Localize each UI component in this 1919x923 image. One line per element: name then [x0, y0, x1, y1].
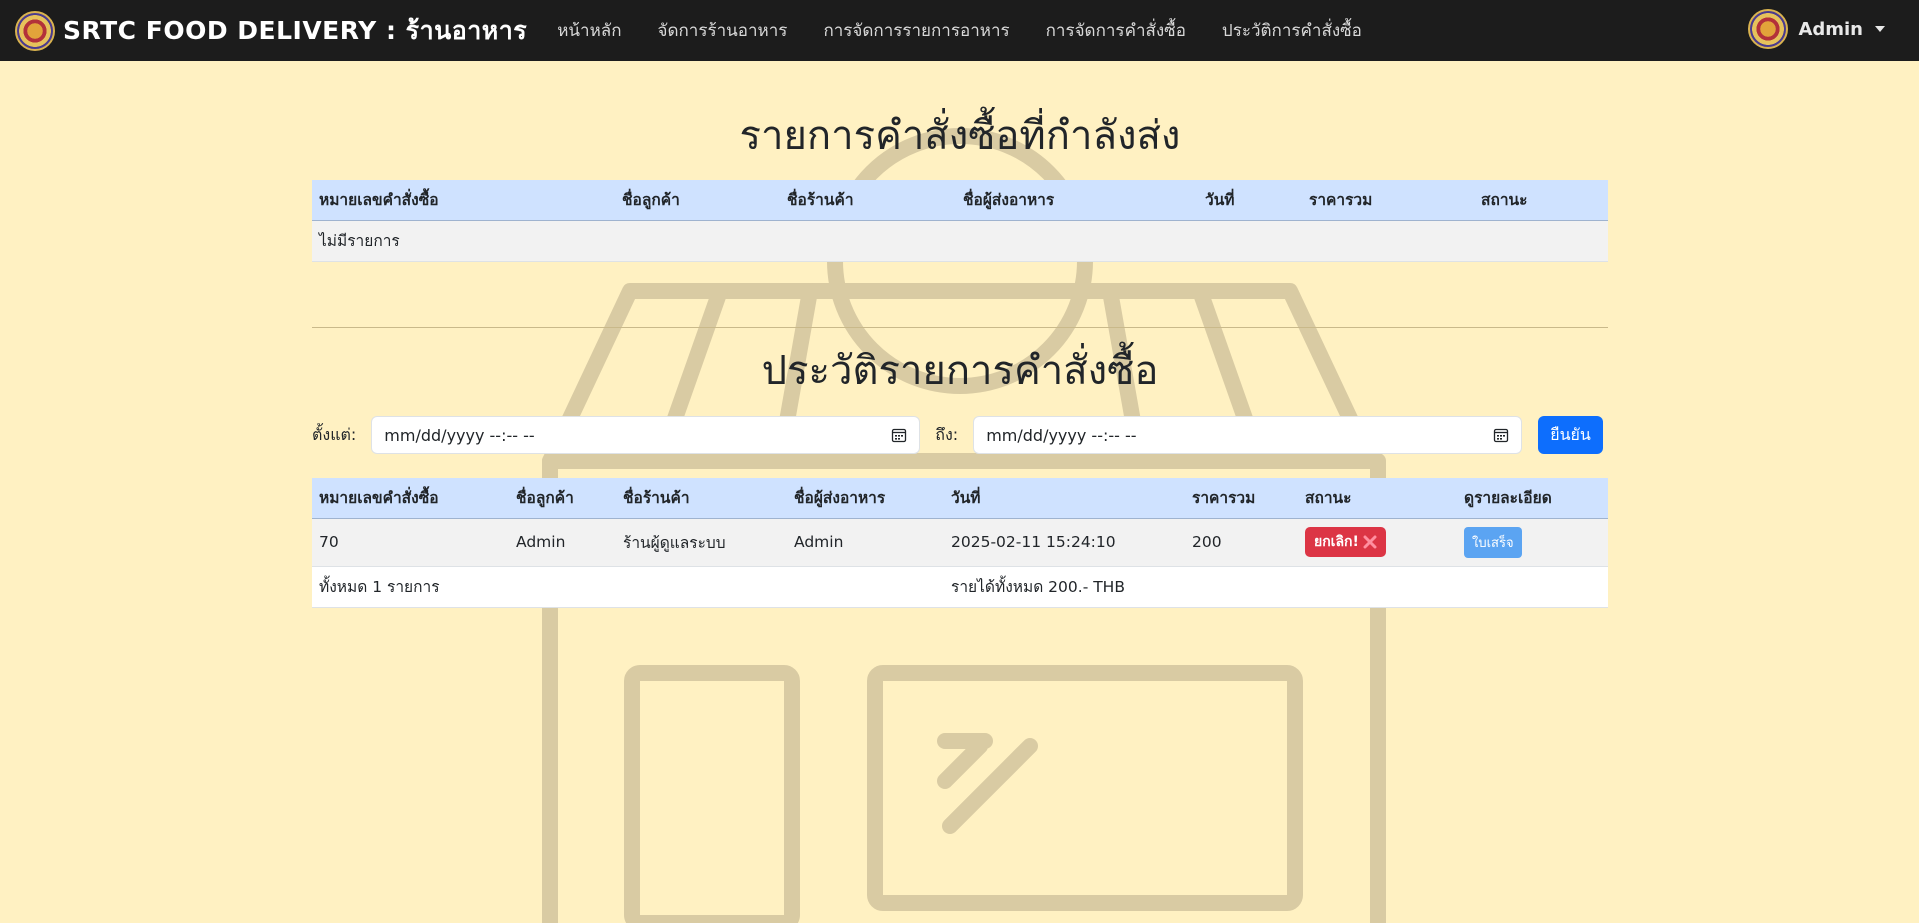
- history-table-wrap: หมายเลขคำสั่งซื้อ ชื่อลูกค้า ชื่อร้านค้า…: [312, 478, 1608, 608]
- column-header: วันที่: [944, 478, 1185, 519]
- from-date-value: mm/dd/yyyy --:-- --: [384, 425, 535, 445]
- action-cell: ใบเสร็จ: [1457, 518, 1608, 567]
- customer-cell: Admin: [509, 518, 616, 567]
- column-header: ชื่อผู้ส่งอาหาร: [787, 478, 944, 519]
- rider-cell: Admin: [787, 518, 944, 567]
- active-orders-table: หมายเลขคำสั่งซื้อ ชื่อลูกค้า ชื่อร้านค้า…: [312, 180, 1608, 262]
- user-name: Admin: [1798, 18, 1863, 40]
- history-table: หมายเลขคำสั่งซื้อ ชื่อลูกค้า ชื่อร้านค้า…: [312, 478, 1608, 608]
- nav-link-home[interactable]: หน้าหลัก: [539, 17, 639, 44]
- column-header: ชื่อร้านค้า: [780, 180, 956, 221]
- avatar: [1748, 9, 1789, 49]
- nav-link-manage-orders[interactable]: การจัดการคำสั่งซื้อ: [1028, 17, 1204, 44]
- column-header: ชื่อผู้ส่งอาหาร: [956, 180, 1198, 221]
- column-header: วันที่: [1198, 180, 1302, 221]
- table-header-row: หมายเลขคำสั่งซื้อ ชื่อลูกค้า ชื่อร้านค้า…: [312, 180, 1608, 221]
- to-label: ถึง:: [935, 424, 959, 444]
- table-row: 70 Admin ร้านผู้ดูแลระบบ Admin 2025-02-1…: [312, 518, 1608, 567]
- table-row: ไม่มีรายการ: [312, 220, 1608, 262]
- column-header: หมายเลขคำสั่งซื้อ: [312, 478, 509, 519]
- top-navbar: SRTC FOOD DELIVERY : ร้านอาหาร หน้าหลัก …: [0, 0, 1919, 61]
- calendar-icon[interactable]: [891, 427, 907, 443]
- status-cell: ยกเลิก!: [1298, 518, 1457, 567]
- status-text: ยกเลิก!: [1314, 534, 1359, 550]
- empty-message: ไม่มีรายการ: [312, 220, 1608, 262]
- nav-link-manage-store[interactable]: จัดการร้านอาหาร: [640, 17, 806, 44]
- school-logo-icon: [15, 10, 55, 51]
- nav-link-manage-menu[interactable]: การจัดการรายการอาหาร: [805, 17, 1027, 44]
- to-date-input[interactable]: mm/dd/yyyy --:-- --: [973, 416, 1523, 454]
- active-orders-title: รายการคำสั่งซื้อที่กำลังส่ง: [739, 113, 1181, 159]
- date-filter: ตั้งแต่: mm/dd/yyyy --:-- -- ถึง: mm/dd/…: [312, 416, 1608, 454]
- chevron-down-icon: [1875, 26, 1885, 32]
- brand[interactable]: SRTC FOOD DELIVERY : ร้านอาหาร: [15, 10, 528, 51]
- calendar-icon[interactable]: [1493, 427, 1509, 443]
- summary-row: ทั้งหมด 1 รายการ รายได้ทั้งหมด 200.- THB: [312, 566, 1608, 608]
- order-id-cell: 70: [312, 518, 509, 567]
- column-header: ชื่อร้านค้า: [616, 478, 787, 519]
- store-cell: ร้านผู้ดูแลระบบ: [616, 518, 787, 567]
- from-label: ตั้งแต่:: [312, 424, 357, 444]
- history-section: ประวัติรายการคำสั่งซื้อ: [312, 338, 1608, 402]
- summary-income: รายได้ทั้งหมด 200.- THB: [944, 566, 1608, 608]
- total-cell: 200: [1185, 518, 1298, 567]
- nav-links: หน้าหลัก จัดการร้านอาหาร การจัดการรายการ…: [539, 17, 1380, 44]
- confirm-button[interactable]: ยืนยัน: [1538, 416, 1603, 454]
- brand-title: SRTC FOOD DELIVERY : ร้านอาหาร: [63, 15, 528, 45]
- receipt-button[interactable]: ใบเสร็จ: [1464, 526, 1522, 558]
- nav-link-order-history[interactable]: ประวัติการคำสั่งซื้อ: [1204, 17, 1380, 44]
- column-header: สถานะ: [1298, 478, 1457, 519]
- table-header-row: หมายเลขคำสั่งซื้อ ชื่อลูกค้า ชื่อร้านค้า…: [312, 478, 1608, 519]
- user-menu[interactable]: Admin: [1748, 9, 1885, 49]
- status-badge: ยกเลิก!: [1305, 527, 1386, 557]
- column-header: ชื่อลูกค้า: [509, 478, 616, 519]
- column-header: ชื่อลูกค้า: [615, 180, 780, 221]
- summary-count: ทั้งหมด 1 รายการ: [312, 566, 944, 608]
- active-orders-table-wrap: หมายเลขคำสั่งซื้อ ชื่อลูกค้า ชื่อร้านค้า…: [312, 180, 1608, 262]
- column-header: ดูรายละเอียด: [1457, 478, 1608, 519]
- from-date-input[interactable]: mm/dd/yyyy --:-- --: [371, 416, 921, 454]
- column-header: ราคารวม: [1302, 180, 1474, 221]
- history-title: ประวัติรายการคำสั่งซื้อ: [761, 348, 1159, 394]
- cross-icon: [1363, 535, 1377, 549]
- column-header: สถานะ: [1474, 180, 1608, 221]
- section-divider: [312, 327, 1608, 328]
- column-header: ราคารวม: [1185, 478, 1298, 519]
- active-orders-section: รายการคำสั่งซื้อที่กำลังส่ง: [312, 103, 1608, 167]
- to-date-value: mm/dd/yyyy --:-- --: [986, 425, 1137, 445]
- column-header: หมายเลขคำสั่งซื้อ: [312, 180, 615, 221]
- date-cell: 2025-02-11 15:24:10: [944, 518, 1185, 567]
